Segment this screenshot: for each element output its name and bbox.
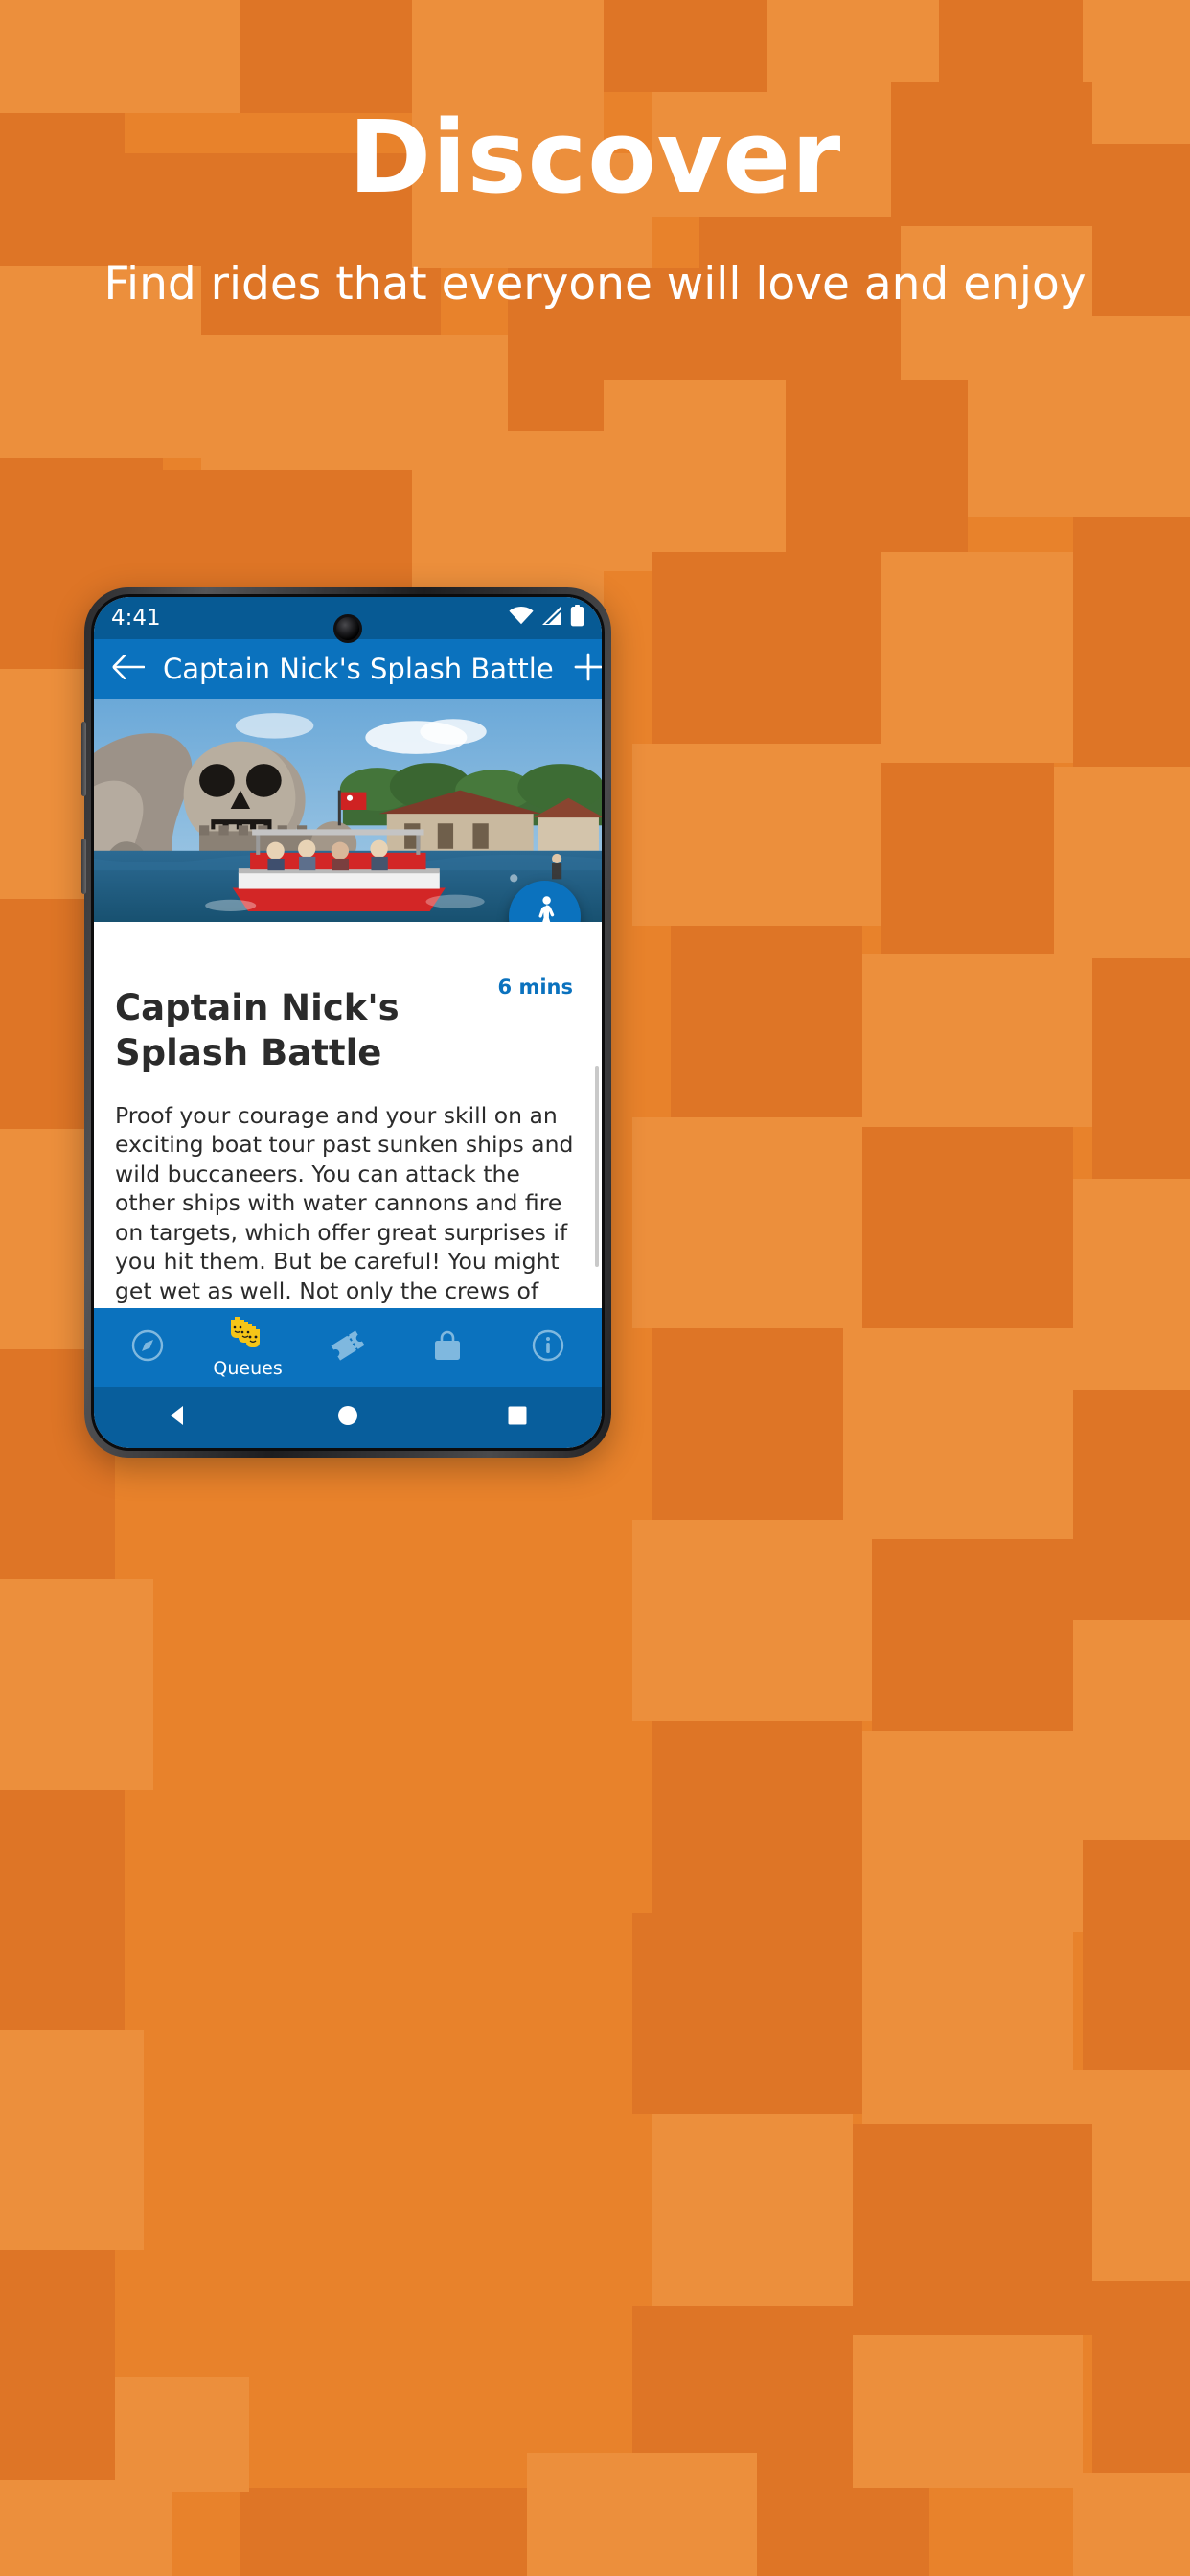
- battery-icon: [570, 604, 584, 632]
- ride-description: Proof your courage and your skill on an …: [115, 1101, 574, 1308]
- phone-bezel: 4:41 Captain Nick's Splash Battle 6 mins…: [91, 594, 605, 1451]
- nav-item-queues-label: Queues: [213, 1357, 283, 1379]
- nav-item-shop[interactable]: [398, 1329, 497, 1366]
- walking-person-icon: [526, 895, 564, 922]
- promo-header: Discover Find rides that everyone will l…: [0, 0, 1190, 314]
- minifigures-icon: [227, 1316, 269, 1353]
- bottom-navigation-bar: Queues: [94, 1308, 602, 1387]
- compass-icon: [131, 1329, 164, 1366]
- page-subtitle: Find rides that everyone will love and e…: [103, 258, 1087, 310]
- ride-hero-image: [94, 699, 602, 922]
- phone-screen: 4:41 Captain Nick's Splash Battle 6 mins…: [94, 597, 602, 1448]
- phone-side-button-volume[interactable]: [81, 722, 86, 796]
- page-title: Discover: [348, 99, 842, 216]
- nav-item-tickets[interactable]: [298, 1329, 398, 1366]
- nav-item-queues[interactable]: Queues: [197, 1316, 297, 1379]
- recents-square-icon[interactable]: [505, 1403, 530, 1432]
- shopping-bag-icon: [432, 1329, 463, 1366]
- nav-item-discover[interactable]: [98, 1329, 197, 1366]
- ride-detail-content[interactable]: 6 mins Captain Nick's Splash Battle Proo…: [94, 922, 602, 1308]
- ride-title: Captain Nick's Splash Battle: [115, 987, 400, 1074]
- android-system-navigation-bar: [94, 1387, 602, 1448]
- app-bar: Captain Nick's Splash Battle: [94, 639, 602, 699]
- content-scrollbar[interactable]: [595, 1066, 599, 1267]
- wifi-icon: [509, 606, 534, 631]
- status-bar: 4:41: [94, 597, 602, 643]
- phone-mockup: 4:41 Captain Nick's Splash Battle 6 mins…: [81, 587, 611, 1458]
- signal-icon: [541, 606, 562, 631]
- app-bar-title: Captain Nick's Splash Battle: [163, 653, 554, 685]
- home-circle-icon[interactable]: [335, 1403, 360, 1432]
- nav-item-info[interactable]: [498, 1329, 598, 1366]
- plus-icon: [573, 652, 602, 686]
- arrow-back-icon: [112, 654, 146, 683]
- back-triangle-icon[interactable]: [166, 1403, 191, 1432]
- status-bar-clock: 4:41: [111, 606, 161, 631]
- phone-side-button-power[interactable]: [81, 839, 86, 894]
- ticket-icon: [331, 1329, 365, 1366]
- back-button[interactable]: [107, 648, 149, 690]
- front-camera-icon: [333, 614, 362, 643]
- add-button[interactable]: [567, 648, 602, 690]
- info-icon: [532, 1329, 564, 1366]
- status-bar-icons: [509, 604, 584, 632]
